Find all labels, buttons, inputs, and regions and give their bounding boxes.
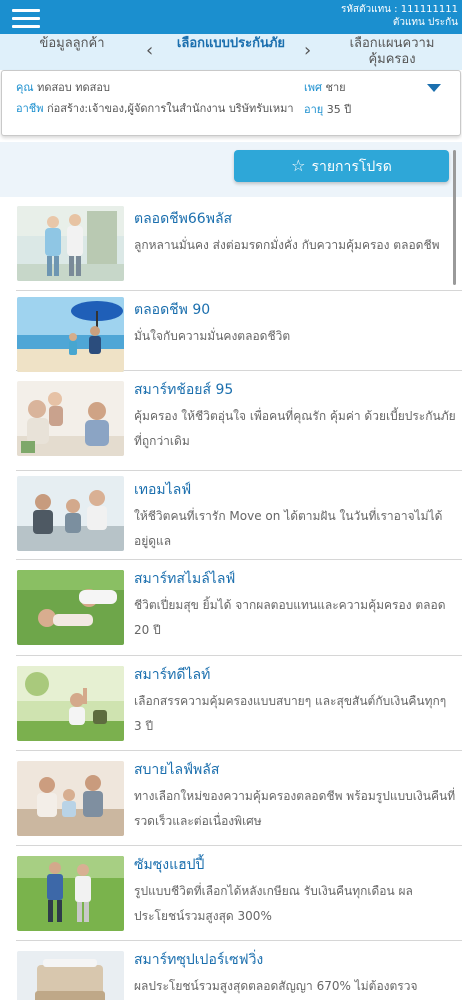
plan-thumbnail xyxy=(17,476,124,551)
customer-sex: เพศ ชาย xyxy=(304,80,346,95)
plan-thumbnail xyxy=(17,761,124,836)
plan-item[interactable]: สมาร์ทซุปเปอร์เซฟวิ่ง ผลประโยชน์รวมสูงสุ… xyxy=(16,941,462,1000)
customer-summary-card[interactable]: คุณ ทดสอบ ทดสอบ อาชีพ ก่อสร้าง:เจ้าของ,ผ… xyxy=(1,70,461,136)
plan-item[interactable]: ตลอดชีพ 90 มั่นใจกับความมั่นคงตลอดชีวิต xyxy=(16,291,462,372)
top-bar: รหัสตัวแทน : 111111111 ตัวแทน ประกัน xyxy=(0,0,462,34)
caret-down-icon[interactable] xyxy=(427,84,441,92)
plan-description: ผลประโยชน์รวมสูงสุดตลอดสัญญา 670% ไม่ต้อ… xyxy=(134,979,418,993)
plan-title: สบายไลฟ์พลัส xyxy=(134,762,220,778)
plan-description: ชีวิตเปี่ยมสุข ยิ้มได้ จากผลตอบแทนและควา… xyxy=(134,598,446,637)
step-customer-info[interactable]: ข้อมูลลูกค้า xyxy=(20,36,124,52)
step-select-insurance[interactable]: เลือกแบบประกันภัย xyxy=(166,36,296,52)
plan-title: ตลอดชีพ 90 xyxy=(134,302,211,318)
customer-age: อายุ 35 ปี xyxy=(304,102,351,117)
plan-thumbnail xyxy=(17,381,124,456)
step-navigation: ข้อมูลลูกค้า ‹ เลือกแบบประกันภัย › เลือก… xyxy=(0,34,462,70)
plan-thumbnail xyxy=(17,570,124,645)
plan-thumbnail xyxy=(17,856,124,931)
plan-description: มั่นใจกับความมั่นคงตลอดชีวิต xyxy=(134,329,291,343)
plan-thumbnail xyxy=(17,951,124,1000)
plan-description: คุ้มครอง ให้ชีวิตอุ่นใจ เพื่อคนที่คุณรัก… xyxy=(134,409,456,448)
favorites-button-label: รายการโปรด xyxy=(311,159,392,175)
plan-description: ทางเลือกใหม่ของความคุ้มครองตลอดชีพ พร้อม… xyxy=(134,789,456,828)
plan-title: สมาร์ทซุปเปอร์เซฟวิ่ง xyxy=(134,952,264,968)
step-select-coverage[interactable]: เลือกแผนความคุ้มครอง xyxy=(336,36,448,68)
plan-description: ลูกหลานมั่นคง ส่งต่อมรดกมั่งคั่ง กับความ… xyxy=(134,238,440,252)
plan-title: เทอมไลฟ์ xyxy=(134,482,192,498)
plan-title: สมาร์ทช้อยส์ 95 xyxy=(134,382,234,398)
plan-thumbnail xyxy=(17,666,124,741)
plan-title: ตลอดชีพ66พลัส xyxy=(134,211,233,227)
plan-item[interactable]: ซัมซุงแฮปปี้ รูปแบบชีวิตที่เลือกได้หลังเ… xyxy=(16,846,462,941)
plan-title: ซัมซุงแฮปปี้ xyxy=(134,857,205,873)
chevron-left-icon[interactable]: ‹ xyxy=(146,40,153,61)
plan-item[interactable]: ตลอดชีพ66พลัส ลูกหลานมั่นคง ส่งต่อมรดกมั… xyxy=(16,200,462,291)
customer-name-value: ทดสอบ ทดสอบ xyxy=(37,81,110,94)
hamburger-menu-icon[interactable] xyxy=(12,9,40,28)
customer-name-label: คุณ xyxy=(16,81,34,94)
star-outline-icon: ☆ xyxy=(291,156,306,175)
customer-age-label: อายุ xyxy=(304,103,324,116)
plan-title: สมาร์ทสไมล์ไลฟ์ xyxy=(134,571,236,587)
agent-role: ตัวแทน ประกัน xyxy=(392,17,458,28)
plan-thumbnail xyxy=(17,297,124,372)
plan-title: สมาร์ทดีไลท์ xyxy=(134,667,211,683)
customer-occupation-value: ก่อสร้าง:เจ้าของ,ผู้จัดการในสำนักงาน บริ… xyxy=(47,102,294,115)
favorites-button[interactable]: ☆ รายการโปรด xyxy=(234,150,449,182)
customer-name: คุณ ทดสอบ ทดสอบ xyxy=(16,80,110,95)
agent-code: รหัสตัวแทน : 111111111 xyxy=(340,4,458,15)
plan-description: รูปแบบชีวิตที่เลือกได้หลังเกษียณ รับเงิน… xyxy=(134,884,413,923)
customer-occupation-label: อาชีพ xyxy=(16,102,44,115)
customer-sex-value: ชาย xyxy=(325,81,346,94)
plan-item[interactable]: สมาร์ทดีไลท์ เลือกสรรความคุ้มครองแบบสบาย… xyxy=(16,656,462,751)
plan-item[interactable]: สมาร์ทสไมล์ไลฟ์ ชีวิตเปี่ยมสุข ยิ้มได้ จ… xyxy=(16,560,462,656)
customer-occupation: อาชีพ ก่อสร้าง:เจ้าของ,ผู้จัดการในสำนักง… xyxy=(16,101,296,116)
plan-item[interactable]: เทอมไลฟ์ ให้ชีวิตคนที่เรารัก Move on ได้… xyxy=(16,471,462,560)
plan-description: เลือกสรรความคุ้มครองแบบสบายๆ และสุขสันต์… xyxy=(134,694,447,733)
plan-thumbnail xyxy=(17,206,124,281)
plan-description: ให้ชีวิตคนที่เรารัก Move on ได้ตามฝัน ใน… xyxy=(134,509,443,548)
customer-sex-label: เพศ xyxy=(304,81,322,94)
agent-info: รหัสตัวแทน : 111111111 ตัวแทน ประกัน xyxy=(341,3,458,29)
customer-age-value: 35 ปี xyxy=(326,103,352,116)
plan-item[interactable]: สมาร์ทช้อยส์ 95 คุ้มครอง ให้ชีวิตอุ่นใจ … xyxy=(16,371,462,471)
plan-item[interactable]: สบายไลฟ์พลัส ทางเลือกใหม่ของความคุ้มครอง… xyxy=(16,751,462,846)
chevron-right-icon[interactable]: › xyxy=(304,40,311,61)
